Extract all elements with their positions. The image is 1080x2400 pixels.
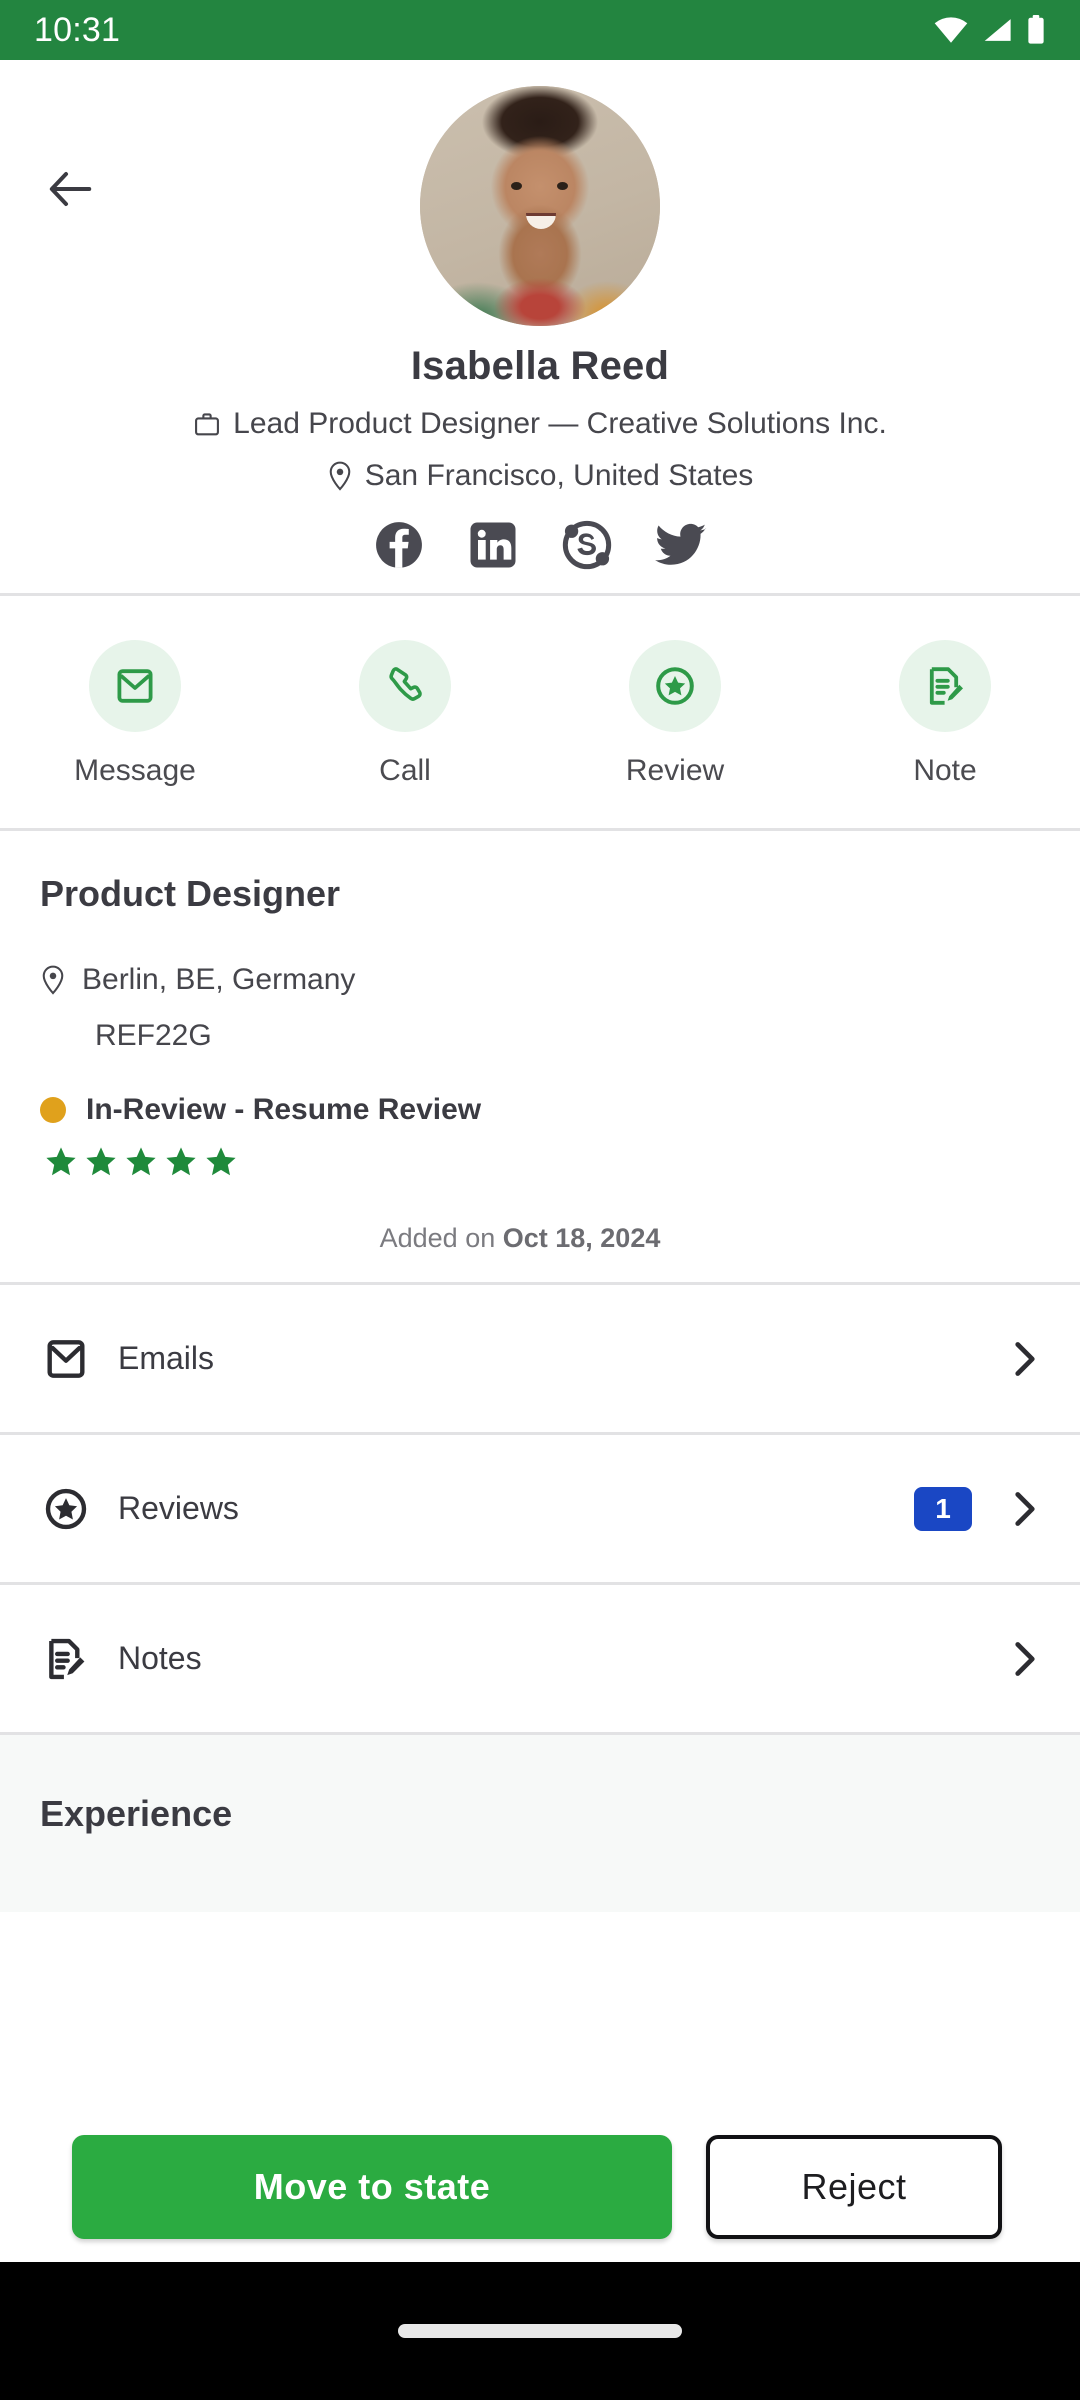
location-line: San Francisco, United States: [0, 459, 1080, 493]
nav-label: Emails: [118, 1340, 215, 1376]
chevron-right-icon: [1010, 1639, 1040, 1679]
job-title-text: Lead Product Designer — Creative Solutio…: [233, 407, 887, 440]
envelope-icon: [40, 1336, 92, 1382]
added-on-date: Oct 18, 2024: [502, 1223, 661, 1253]
action-message[interactable]: Message: [0, 640, 270, 788]
note-edit-icon: [40, 1636, 92, 1682]
status-dot-icon: [40, 1097, 66, 1123]
map-pin-icon: [327, 461, 353, 491]
reject-button[interactable]: Reject: [706, 2135, 1002, 2239]
added-on-text: Added on Oct 18, 2024: [40, 1223, 1040, 1282]
reviews-count-badge: 1: [914, 1486, 972, 1531]
status-badge: In-Review - Resume Review: [40, 1093, 1040, 1127]
social-links: [0, 519, 1080, 571]
status-icon-group: [934, 15, 1046, 45]
avatar-photo: [420, 86, 660, 326]
nav-row-notes[interactable]: Notes: [0, 1582, 1080, 1732]
rating-stars[interactable]: [40, 1145, 1040, 1179]
action-review[interactable]: Review: [540, 640, 810, 788]
action-bubble: [359, 640, 451, 732]
quick-actions: Message Call Review Note: [0, 596, 1080, 828]
star-icon: [124, 1145, 158, 1179]
back-button[interactable]: [36, 154, 106, 224]
nav-label: Reviews: [118, 1490, 239, 1526]
job-reference: REF22G: [95, 1019, 212, 1052]
action-bubble: [899, 640, 991, 732]
profile-header: Isabella Reed Lead Product Designer — Cr…: [0, 60, 1080, 593]
nav-row-emails[interactable]: Emails: [0, 1282, 1080, 1432]
note-edit-icon: [923, 664, 967, 708]
job-title-line: Lead Product Designer — Creative Solutio…: [0, 407, 1080, 441]
nav-label: Notes: [118, 1640, 202, 1676]
action-bubble: [629, 640, 721, 732]
action-label: Note: [913, 754, 977, 787]
briefcase-icon: [193, 410, 221, 438]
job-title: Product Designer: [40, 873, 341, 914]
chevron-right-icon: [1010, 1339, 1040, 1379]
star-icon: [84, 1145, 118, 1179]
status-text: In-Review - Resume Review: [86, 1093, 482, 1126]
action-label: Review: [625, 754, 725, 787]
facebook-icon[interactable]: [373, 519, 425, 571]
job-application-card: Product Designer Berlin, BE, Germany REF…: [0, 831, 1080, 1282]
phone-screen: 10:31 Isabella Reed Lead Product Designe…: [0, 0, 1080, 2400]
status-bar: 10:31: [0, 0, 1080, 60]
status-time: 10:31: [34, 10, 121, 49]
wifi-icon: [934, 17, 968, 43]
bottom-action-bar: Move to state Reject: [0, 2112, 1080, 2262]
star-icon: [204, 1145, 238, 1179]
page-content: Isabella Reed Lead Product Designer — Cr…: [0, 60, 1080, 2172]
avatar[interactable]: [420, 86, 660, 326]
nav-row-reviews[interactable]: Reviews 1: [0, 1432, 1080, 1582]
action-label: Message: [74, 754, 196, 787]
twitter-icon[interactable]: [655, 519, 707, 571]
job-location: Berlin, BE, Germany: [40, 963, 1040, 997]
star-icon: [44, 1145, 78, 1179]
avatar-detail: [556, 182, 568, 190]
action-label: Call: [379, 754, 431, 787]
star-icon: [164, 1145, 198, 1179]
action-call[interactable]: Call: [270, 640, 540, 788]
system-navigation-bar: [0, 2262, 1080, 2400]
envelope-icon: [113, 664, 157, 708]
skype-icon[interactable]: [561, 519, 613, 571]
page-title: Isabella Reed: [410, 344, 670, 388]
linkedin-icon[interactable]: [467, 519, 519, 571]
experience-section: Experience: [0, 1732, 1080, 1912]
map-pin-icon: [40, 965, 66, 995]
location-text: San Francisco, United States: [364, 459, 754, 492]
cell-signal-icon: [982, 17, 1012, 43]
back-arrow-icon: [48, 169, 94, 209]
job-location-text: Berlin, BE, Germany: [82, 963, 356, 996]
action-bubble: [89, 640, 181, 732]
chevron-right-icon: [1010, 1489, 1040, 1529]
star-circle-icon: [40, 1486, 92, 1532]
phone-icon: [383, 664, 427, 708]
home-indicator[interactable]: [398, 2324, 682, 2338]
section-title-experience: Experience: [40, 1793, 233, 1834]
action-note[interactable]: Note: [810, 640, 1080, 788]
move-to-state-button[interactable]: Move to state: [72, 2135, 672, 2239]
star-circle-icon: [653, 664, 697, 708]
battery-icon: [1026, 15, 1046, 45]
added-on-prefix: Added on: [379, 1223, 496, 1253]
